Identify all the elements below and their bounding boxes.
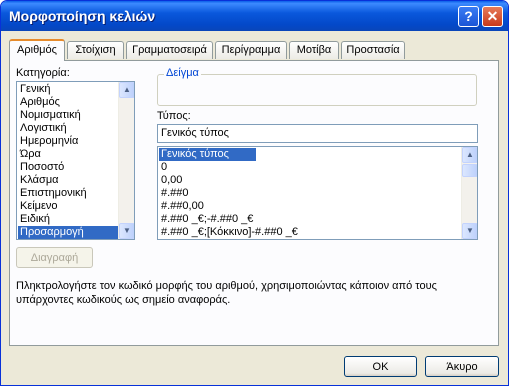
type-item[interactable]: #.##0 _€;[Κόκκινο]-#.##0 _€: [159, 226, 298, 239]
type-item[interactable]: 0: [159, 161, 167, 174]
type-item[interactable]: #.##0,00: [159, 200, 204, 213]
category-item[interactable]: Ποσοστό: [18, 161, 118, 174]
type-scroll-thumb[interactable]: [462, 164, 477, 177]
category-item[interactable]: Ειδική: [18, 213, 118, 226]
category-item[interactable]: Λογιστική: [18, 122, 118, 135]
category-item[interactable]: Κείμενο: [18, 200, 118, 213]
category-list[interactable]: Γενική Αριθμός Νομισματική Λογιστική Ημε…: [16, 81, 135, 240]
type-input[interactable]: Γενικός τύπος: [157, 124, 478, 143]
cancel-button[interactable]: Άκυρο: [425, 356, 499, 377]
category-item[interactable]: Γενική: [18, 83, 118, 96]
category-item[interactable]: Νομισματική: [18, 109, 118, 122]
category-item[interactable]: Κλάσμα: [18, 174, 118, 187]
chevron-up-icon: ▲: [466, 150, 474, 159]
tab-number[interactable]: Αριθμός: [9, 39, 65, 61]
ok-button[interactable]: OK: [344, 356, 417, 377]
format-cells-dialog: Μορφοποίηση κελιών ? ✕ Αριθμός Στοίχιση …: [0, 0, 509, 386]
tab-font[interactable]: Γραμματοσειρά: [126, 41, 213, 59]
type-scroll-down-button[interactable]: ▼: [462, 223, 477, 239]
category-item[interactable]: Επιστημονική: [18, 187, 118, 200]
category-item[interactable]: Ώρα: [18, 148, 118, 161]
type-list[interactable]: Γενικός τύπος 0 0,00 #.##0 #.##0,00 #.##…: [157, 146, 478, 240]
help-icon: ?: [464, 8, 473, 24]
number-tab-panel: Κατηγορία: Γενική Αριθμός Νομισματική Λο…: [9, 60, 499, 346]
type-item-selected[interactable]: Γενικός τύπος: [159, 148, 256, 161]
chevron-down-icon: ▼: [123, 226, 131, 235]
format-description: Πληκτρολογήστε τον κωδικό μορφής του αρι…: [16, 280, 437, 306]
sample-label: Δείγμα: [164, 67, 201, 79]
title-bar[interactable]: Μορφοποίηση κελιών ? ✕: [1, 1, 508, 31]
category-item[interactable]: Αριθμός: [18, 96, 118, 109]
category-scroll-down-button[interactable]: ▼: [119, 223, 134, 239]
chevron-up-icon: ▲: [123, 85, 131, 94]
window-title: Μορφοποίηση κελιών: [9, 8, 156, 24]
help-button[interactable]: ?: [458, 6, 479, 27]
category-scroll-up-button[interactable]: ▲: [119, 82, 134, 98]
close-icon: ✕: [486, 8, 499, 24]
delete-button[interactable]: Διαγραφή: [16, 247, 93, 268]
type-scroll-up-button[interactable]: ▲: [462, 147, 477, 163]
close-button[interactable]: ✕: [482, 6, 503, 27]
tab-patterns[interactable]: Μοτίβα: [289, 41, 339, 59]
category-label: Κατηγορία:: [16, 67, 70, 79]
type-item[interactable]: #.##0: [159, 187, 189, 200]
type-label: Τύπος:: [157, 110, 191, 122]
category-item-selected[interactable]: Προσαρμογή: [18, 226, 118, 239]
tab-border[interactable]: Περίγραμμα: [215, 41, 287, 59]
tab-alignment[interactable]: Στοίχιση: [67, 41, 124, 59]
type-item[interactable]: #.##0 _€;-#.##0 _€: [159, 213, 253, 226]
category-scrollbar[interactable]: ▲ ▼: [118, 82, 134, 239]
type-item[interactable]: 0,00: [159, 174, 182, 187]
chevron-down-icon: ▼: [466, 226, 474, 235]
tab-protection[interactable]: Προστασία: [341, 41, 405, 59]
type-scrollbar[interactable]: ▲ ▼: [461, 147, 477, 239]
category-item[interactable]: Ημερομηνία: [18, 135, 118, 148]
sample-group: Δείγμα: [157, 67, 477, 106]
